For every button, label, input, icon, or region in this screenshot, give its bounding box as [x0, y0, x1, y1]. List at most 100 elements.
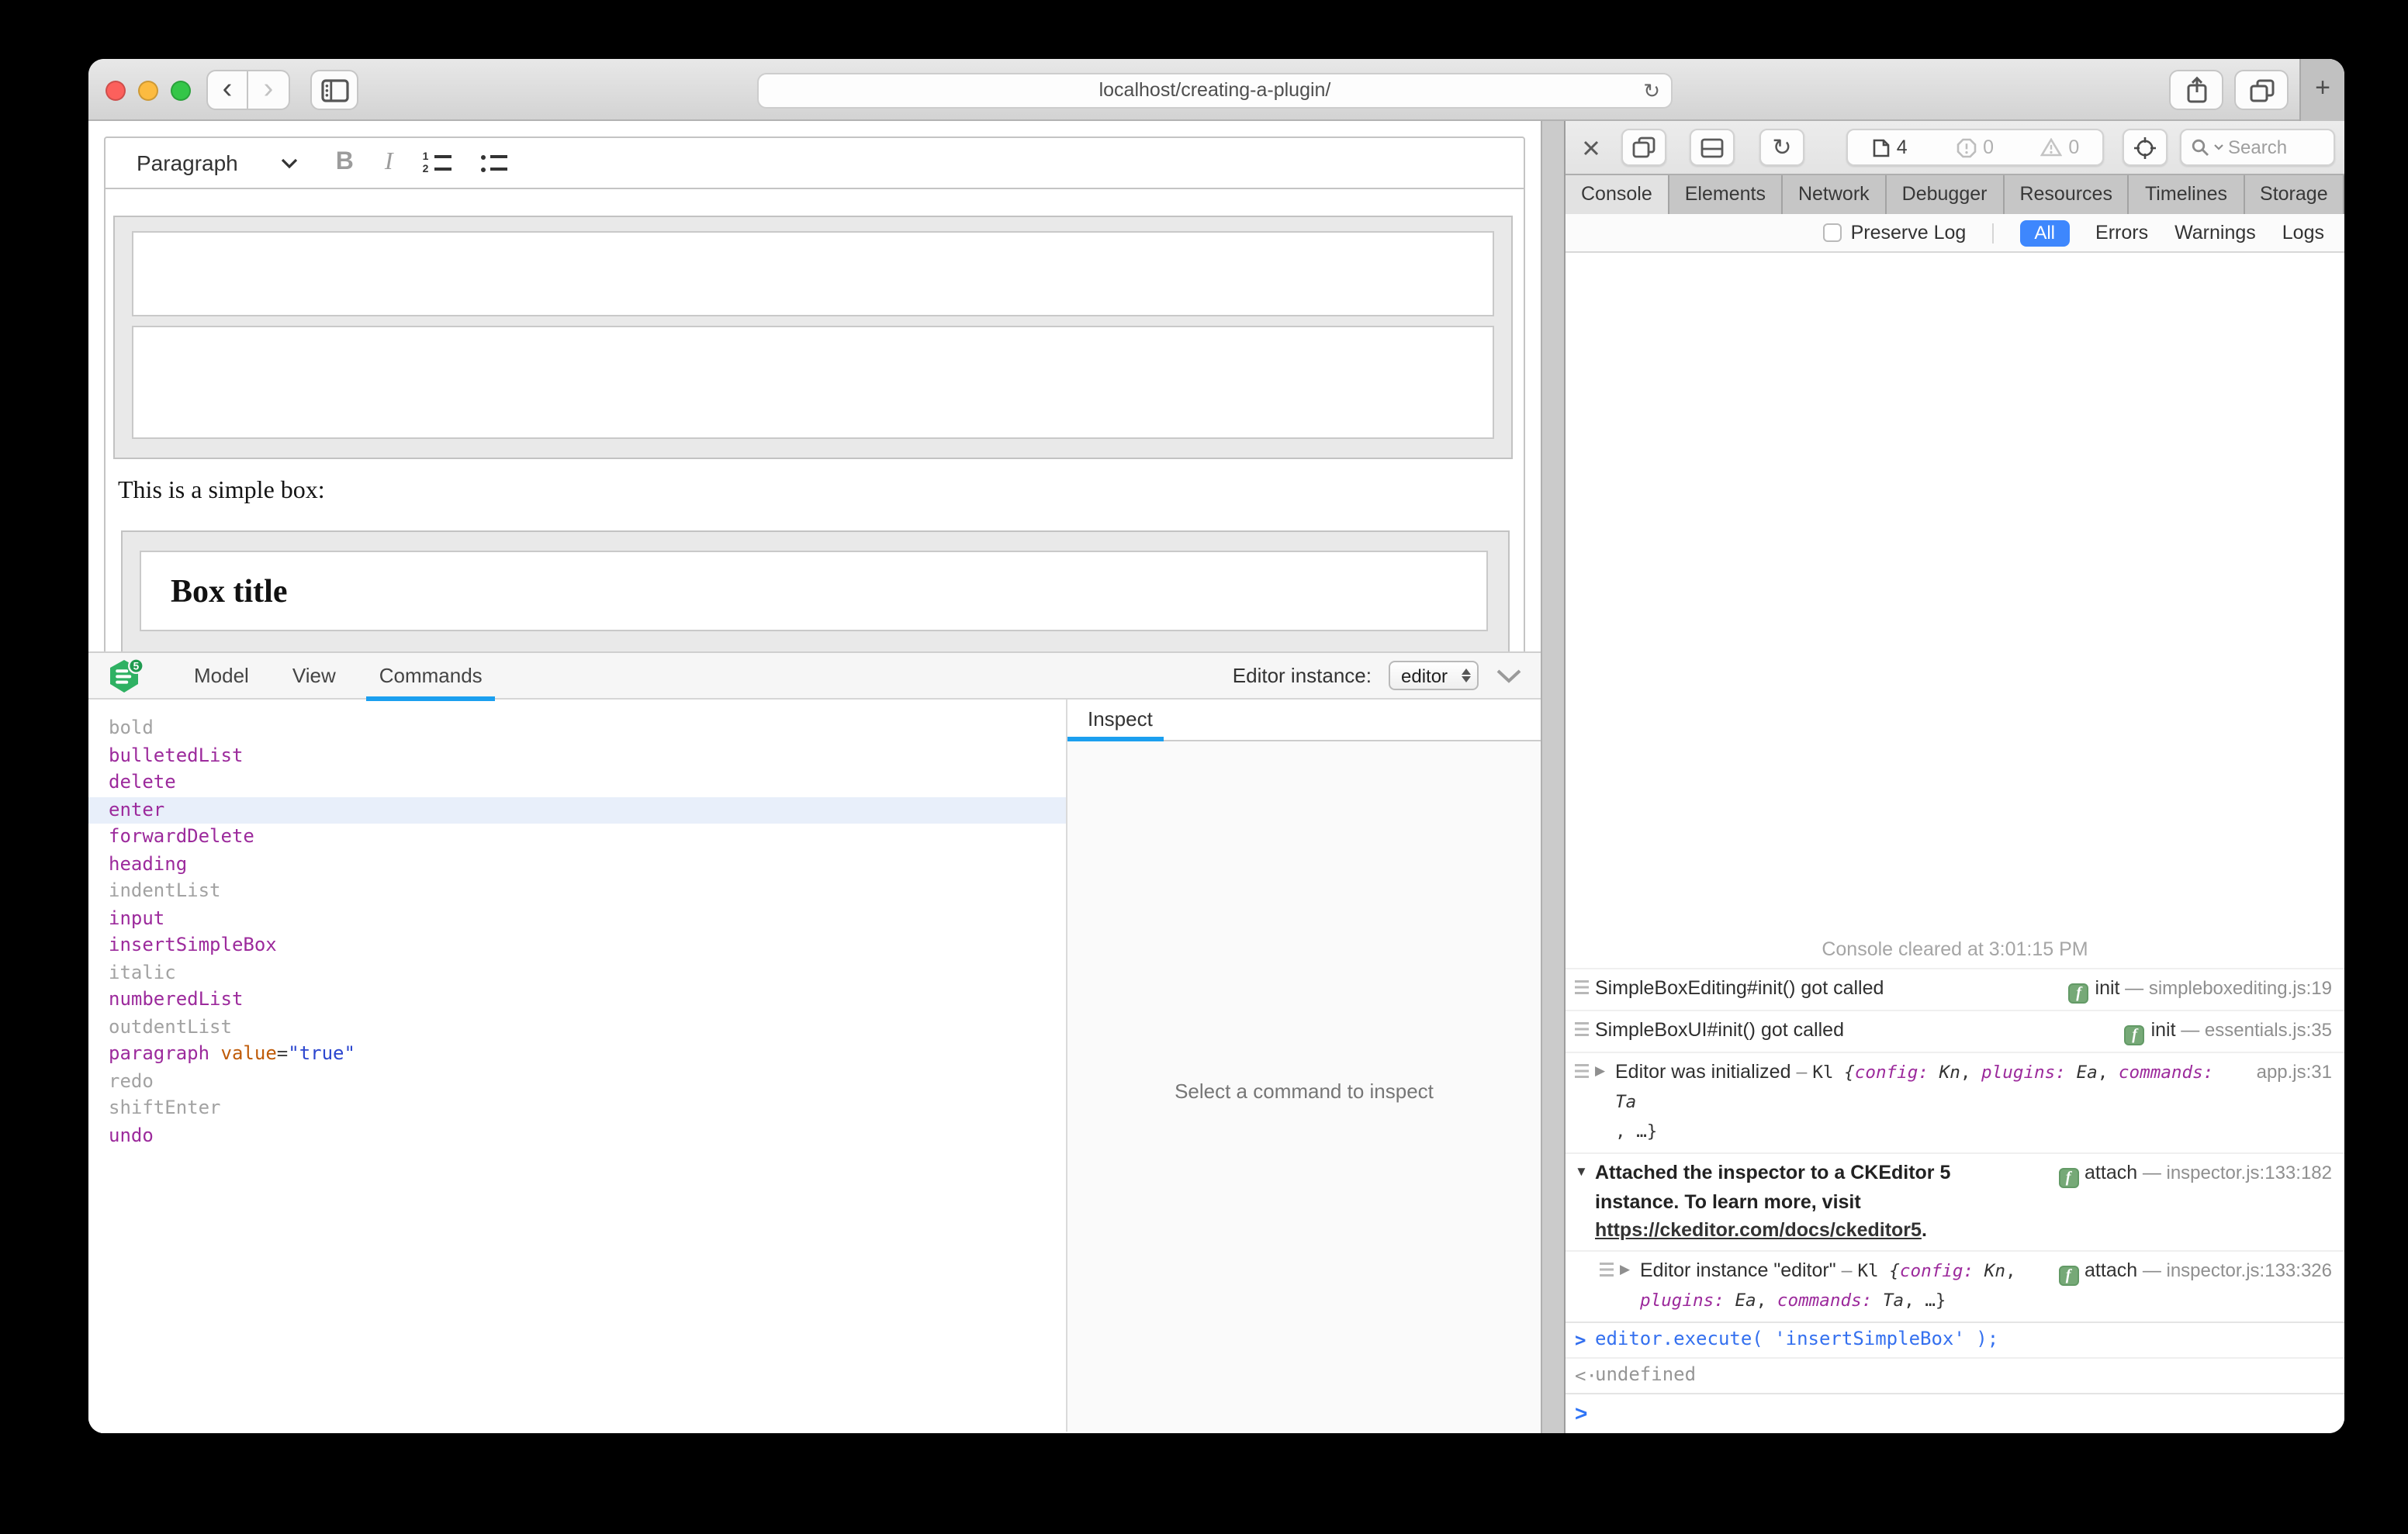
bold-button[interactable]: B: [336, 149, 354, 177]
detach-inspector-button[interactable]: [1621, 129, 1666, 166]
source-location-link[interactable]: app.js:31: [2257, 1061, 2332, 1083]
dock-inspector-button[interactable]: [1690, 129, 1735, 166]
share-button[interactable]: [2169, 70, 2223, 110]
console-input-row[interactable]: >: [1566, 1393, 2344, 1433]
simple-box-description-field[interactable]: [132, 326, 1494, 439]
forward-icon: ›: [264, 73, 274, 105]
preserve-log-checkbox[interactable]: [1823, 223, 1842, 242]
console-result-row: <· undefined: [1566, 1357, 2344, 1393]
zoom-window-button[interactable]: [171, 81, 191, 101]
command-list-item[interactable]: forwardDelete: [88, 824, 1066, 851]
command-list-item[interactable]: shiftEnter: [88, 1095, 1066, 1122]
command-name: bold: [109, 717, 154, 738]
ck-tab-commands[interactable]: Commands: [367, 652, 495, 699]
command-list-item[interactable]: numberedList: [88, 986, 1066, 1014]
close-window-button[interactable]: [106, 81, 126, 101]
page-scrollbar[interactable]: [1541, 121, 1566, 1433]
command-name: insertSimpleBox: [109, 934, 277, 955]
ck-tab-view[interactable]: View: [280, 652, 348, 699]
console-pane[interactable]: Console cleared at 3:01:15 PM SimpleBoxE…: [1566, 253, 2344, 1433]
scope-filter-logs[interactable]: Logs: [2282, 222, 2324, 244]
scope-filter-errors[interactable]: Errors: [2095, 222, 2148, 244]
simple-box-title-field[interactable]: [132, 231, 1494, 316]
numbered-list-button[interactable]: 1 2: [423, 153, 452, 173]
command-list-item[interactable]: indentList: [88, 878, 1066, 905]
command-name: forwardDelete: [109, 825, 254, 847]
inspector-tab-elements[interactable]: Elements: [1669, 175, 1783, 214]
reload-icon[interactable]: ↻: [1643, 74, 1660, 107]
source-location-link[interactable]: simpleboxediting.js:19: [2149, 977, 2332, 999]
command-list-item[interactable]: paragraph value="true": [88, 1041, 1066, 1068]
italic-button[interactable]: I: [385, 149, 393, 177]
errors-count[interactable]: 0: [1932, 136, 2017, 158]
inspector-tab-timelines[interactable]: Timelines: [2129, 175, 2244, 214]
command-name: heading: [109, 852, 187, 874]
minimize-window-button[interactable]: [138, 81, 158, 101]
disclosure-expanded-icon[interactable]: ▼: [1575, 1159, 1595, 1179]
console-message-text: instance. To learn more, visit: [1595, 1188, 2332, 1216]
resource-summary-group[interactable]: 4 0 0: [1846, 129, 2104, 166]
console-message-meta: fattach — inspector.js:133:182: [2058, 1159, 2332, 1188]
new-tab-button[interactable]: +: [2299, 59, 2344, 121]
ck-tab-model[interactable]: Model: [182, 652, 261, 699]
bulleted-list-button[interactable]: [482, 153, 508, 173]
command-list-item[interactable]: bulletedList: [88, 742, 1066, 769]
command-list-item[interactable]: enter: [88, 796, 1066, 824]
command-list-item[interactable]: delete: [88, 769, 1066, 796]
simple-box-widget-2[interactable]: Box title: [121, 530, 1510, 651]
command-list-item[interactable]: heading: [88, 851, 1066, 878]
warnings-count[interactable]: 0: [2018, 136, 2102, 158]
function-name: attach: [2085, 1259, 2137, 1281]
inspect-tabs: Inspect: [1067, 700, 1541, 741]
command-attr-value: "true": [288, 1042, 355, 1064]
inspector-tab-network[interactable]: Network: [1783, 175, 1887, 214]
editor-instance-value: editor: [1390, 665, 1457, 686]
function-badge-icon: f: [2069, 983, 2089, 1004]
command-name: delete: [109, 771, 176, 793]
command-list-item[interactable]: undo: [88, 1122, 1066, 1149]
forward-button[interactable]: ›: [248, 70, 290, 110]
inspector-tab-resources[interactable]: Resources: [2004, 175, 2129, 214]
tab-inspect[interactable]: Inspect: [1088, 700, 1153, 740]
inspector-tab-console[interactable]: Console: [1566, 175, 1669, 214]
preserve-log-toggle[interactable]: Preserve Log: [1823, 222, 1967, 244]
command-list-item[interactable]: outdentList: [88, 1014, 1066, 1041]
address-bar[interactable]: localhost/creating-a-plugin/ ↻: [757, 73, 1673, 109]
console-message-text: Editor was initialized – Kl {config: Kn,…: [1615, 1058, 2244, 1117]
tab-overview-button[interactable]: [2234, 70, 2289, 110]
documents-count[interactable]: 4: [1848, 136, 1932, 158]
url-text: localhost/creating-a-plugin/: [759, 74, 1671, 107]
scope-filter-all[interactable]: All: [2020, 219, 2069, 246]
console-link[interactable]: https://ckeditor.com/docs/ckeditor5: [1595, 1219, 1922, 1241]
command-list-item[interactable]: italic: [88, 959, 1066, 986]
sidebar-toggle-button[interactable]: [310, 70, 358, 110]
editor-instance-select[interactable]: editor: [1389, 661, 1479, 690]
close-inspector-button[interactable]: [1578, 133, 1603, 161]
command-list-item[interactable]: input: [88, 905, 1066, 932]
document-icon: [1873, 137, 1891, 157]
disclosure-collapsed-icon[interactable]: ▶: [1595, 1058, 1615, 1080]
source-location-link[interactable]: inspector.js:133:326: [2167, 1259, 2333, 1281]
command-list-item[interactable]: bold: [88, 715, 1066, 742]
filter-divider: [1992, 223, 1994, 243]
back-button[interactable]: ‹: [206, 70, 248, 110]
paragraph-dropdown[interactable]: Paragraph: [137, 150, 299, 175]
reload-page-button[interactable]: ↻: [1759, 129, 1804, 166]
inspector-tab-storage[interactable]: Storage: [2244, 175, 2344, 214]
inspector-tab-debugger[interactable]: Debugger: [1887, 175, 2005, 214]
scope-filter-warnings[interactable]: Warnings: [2174, 222, 2256, 244]
disclosure-collapsed-icon[interactable]: ▶: [1620, 1256, 1640, 1278]
simple-box-widget[interactable]: [113, 216, 1513, 459]
editor-content[interactable]: This is a simple box: Box title: [104, 189, 1525, 651]
log-message-icon: [1575, 1064, 1589, 1078]
command-list-item[interactable]: insertSimpleBox: [88, 932, 1066, 959]
element-picker-button[interactable]: [2123, 129, 2168, 166]
source-location-link[interactable]: essentials.js:35: [2205, 1019, 2332, 1041]
source-location-link[interactable]: inspector.js:133:182: [2167, 1162, 2333, 1183]
search-input[interactable]: Search: [2180, 129, 2335, 166]
command-list-item[interactable]: redo: [88, 1068, 1066, 1095]
collapse-inspector-icon[interactable]: [1496, 668, 1522, 683]
console-message: ▼Attached the inspector to a CKEditor 5f…: [1566, 1152, 2344, 1250]
simple-box-title-field-2[interactable]: Box title: [140, 551, 1488, 631]
console-message-meta: fattach — inspector.js:133:326: [2058, 1256, 2332, 1286]
